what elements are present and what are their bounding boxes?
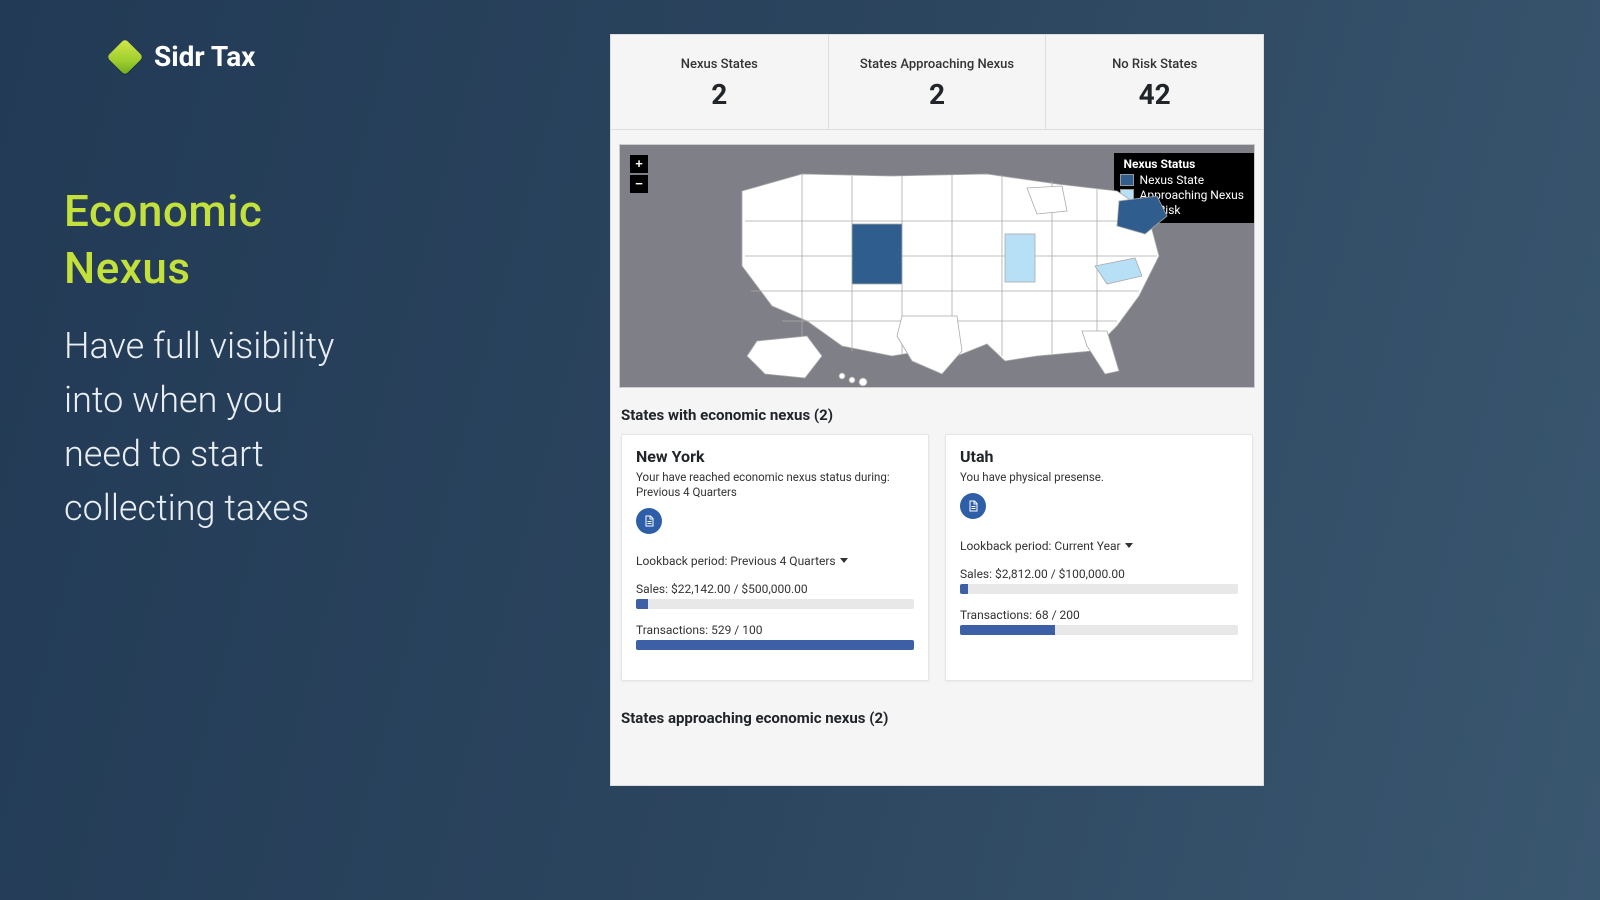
transactions-label: Transactions: 68 / 200 — [960, 608, 1238, 622]
stat-approaching: States Approaching Nexus 2 — [828, 35, 1046, 129]
stat-value: 2 — [837, 78, 1038, 111]
state-new-york[interactable] — [1117, 196, 1167, 234]
transactions-progress-bar — [960, 625, 1238, 635]
card-state-name: New York — [636, 447, 914, 466]
state-florida[interactable] — [1082, 331, 1119, 374]
card-description: Your have reached economic nexus status … — [636, 470, 914, 500]
lookback-dropdown[interactable]: Lookback period: Current Year — [960, 539, 1238, 553]
state-texas[interactable] — [897, 316, 962, 374]
state-hawaii[interactable] — [859, 378, 867, 386]
stat-nexus-states: Nexus States 2 — [611, 35, 828, 129]
marketing-sidebar: Sidr Tax Economic Nexus Have full visibi… — [0, 0, 390, 900]
zoom-out-button[interactable]: − — [630, 175, 648, 193]
card-state-name: Utah — [960, 447, 1238, 466]
tx-bar-fill — [636, 640, 914, 650]
stat-value: 2 — [619, 78, 820, 111]
stat-label: No Risk States — [1054, 57, 1255, 72]
sales-label: Sales: $2,812.00 / $100,000.00 — [960, 567, 1238, 581]
chevron-down-icon — [840, 558, 848, 563]
stat-label: States Approaching Nexus — [837, 57, 1038, 72]
document-icon — [967, 499, 979, 513]
lookback-label: Lookback period: Previous 4 Quarters — [636, 554, 836, 568]
us-map[interactable]: + − Nexus Status Nexus State Approaching… — [619, 144, 1255, 388]
lookback-label: Lookback period: Current Year — [960, 539, 1121, 553]
state-card-utah: Utah You have physical presense. Lookbac… — [945, 434, 1253, 681]
nexus-state-cards: New York Your have reached economic nexu… — [611, 434, 1263, 681]
sales-bar-fill — [960, 584, 968, 594]
document-icon-button[interactable] — [636, 508, 662, 534]
lookback-dropdown[interactable]: Lookback period: Previous 4 Quarters — [636, 554, 914, 568]
section-title-with-nexus: States with economic nexus (2) — [621, 406, 1263, 424]
stat-label: Nexus States — [619, 57, 820, 72]
transactions-label: Transactions: 529 / 100 — [636, 623, 914, 637]
map-zoom-controls: + − — [630, 155, 648, 195]
chevron-down-icon — [1125, 543, 1133, 548]
section-title-approaching: States approaching economic nexus (2) — [621, 709, 1263, 727]
sales-label: Sales: $22,142.00 / $500,000.00 — [636, 582, 914, 596]
brand-name: Sidr Tax — [154, 40, 255, 73]
nexus-dashboard: Nexus States 2 States Approaching Nexus … — [610, 34, 1264, 786]
summary-stats: Nexus States 2 States Approaching Nexus … — [611, 35, 1263, 130]
stat-no-risk: No Risk States 42 — [1045, 35, 1263, 129]
transactions-progress-bar — [636, 640, 914, 650]
zoom-in-button[interactable]: + — [630, 155, 648, 173]
sales-bar-fill — [636, 599, 648, 609]
tx-bar-fill — [960, 625, 1055, 635]
stat-value: 42 — [1054, 78, 1255, 111]
dashboard-wrap: Nexus States 2 States Approaching Nexus … — [390, 0, 1600, 900]
brand: Sidr Tax — [112, 40, 356, 73]
sales-progress-bar — [960, 584, 1238, 594]
state-utah[interactable] — [852, 224, 902, 284]
hero-headline: Economic Nexus — [64, 183, 356, 297]
document-icon-button[interactable] — [960, 493, 986, 519]
sales-progress-bar — [636, 599, 914, 609]
state-hawaii[interactable] — [849, 377, 855, 383]
state-hawaii[interactable] — [839, 373, 845, 379]
us-map-svg — [687, 156, 1187, 386]
state-card-new-york: New York Your have reached economic nexu… — [621, 434, 929, 681]
document-icon — [643, 514, 655, 528]
state-illinois[interactable] — [1005, 234, 1035, 282]
state-alaska[interactable] — [747, 336, 822, 378]
hero-subtext: Have full visibility into when you need … — [64, 319, 354, 535]
logo-icon — [107, 38, 144, 75]
card-description: You have physical presense. — [960, 470, 1238, 485]
